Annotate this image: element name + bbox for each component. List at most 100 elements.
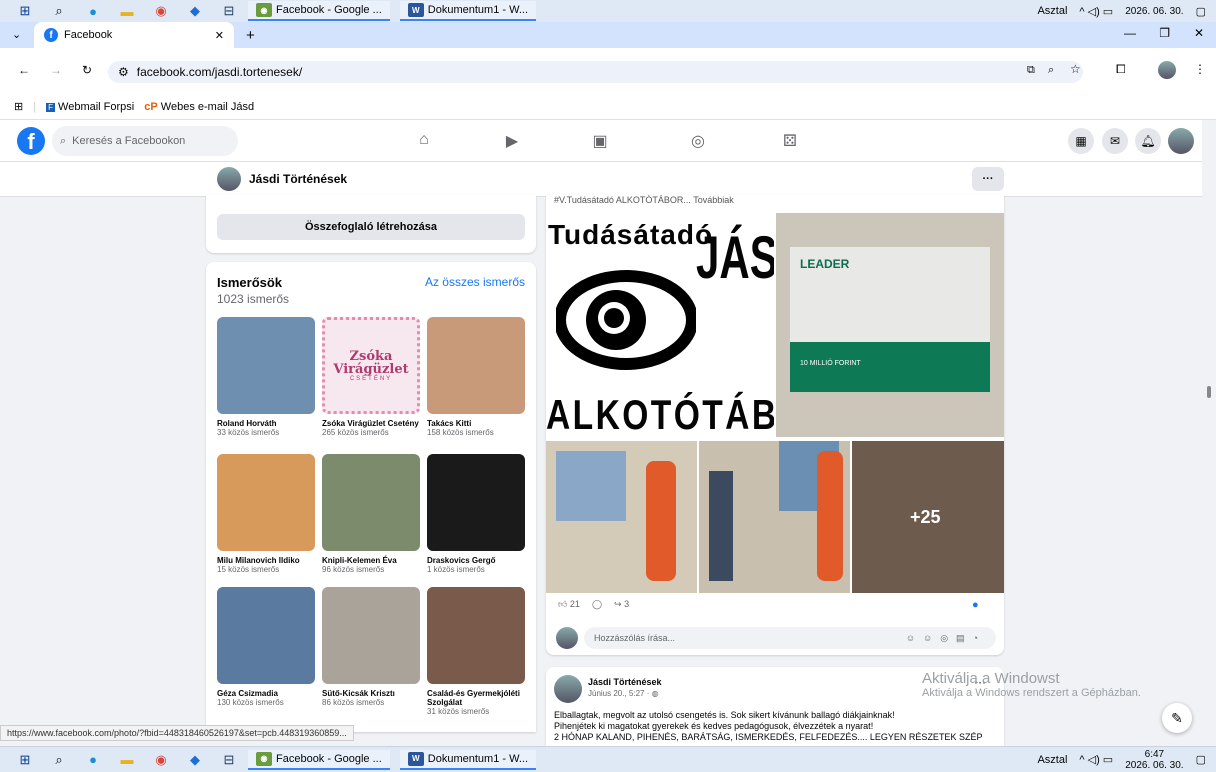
taskbar-app-word[interactable]: W Dokumentum1 - W... [399, 1, 537, 21]
taskbar-app-chrome[interactable]: ◉ Facebook - Google ... [248, 1, 390, 21]
video-icon[interactable]: ▶ [502, 131, 522, 151]
friend-photo[interactable] [322, 454, 420, 551]
friend-item[interactable]: Zsóka Virágüzlet CSETÉNY Zsóka Virágüzlet … [322, 317, 420, 438]
forward-icon[interactable]: → [50, 63, 62, 77]
page-avatar[interactable] [217, 167, 241, 191]
friend-photo[interactable] [427, 454, 525, 551]
star-icon[interactable]: ☆ [1070, 62, 1081, 76]
friend-photo[interactable] [427, 587, 525, 684]
settings-icon[interactable]: ◆ [186, 3, 204, 19]
address-bar[interactable]: ⚙ facebook.com/jasdi.tortenesek/ [108, 61, 1083, 83]
friend-item[interactable]: Milu Milanovich Ildiko 15 közös ismerős [217, 454, 315, 575]
minimize-icon[interactable]: — [1124, 26, 1136, 40]
groups-icon[interactable]: ◎ [688, 131, 708, 151]
store-icon[interactable]: ⊟ [220, 752, 238, 768]
comment-input[interactable]: Hozzászólás írása... ☺☺◎▤◔ [584, 627, 996, 649]
menu-grid-icon[interactable]: ▦ [1068, 128, 1094, 154]
taskbar-app-word[interactable]: W Dokumentum1 - W... [399, 749, 537, 770]
clock[interactable]: 6:47 2026. 06. 30. [1125, 749, 1183, 771]
profile-avatar[interactable] [1158, 61, 1176, 79]
create-summary-button[interactable]: Összefoglaló létrehozása [217, 214, 525, 240]
site-info-icon[interactable]: ⚙ [118, 65, 129, 79]
reactions-icon[interactable]: ● [972, 599, 979, 611]
post-author[interactable]: Jásdi Történések [588, 677, 662, 687]
page-scrollbar[interactable] [1202, 120, 1216, 746]
post-photo-4[interactable] [699, 441, 850, 593]
like-button[interactable]: 👍︎ 21 [558, 599, 580, 610]
apps-grid-icon[interactable]: ⊞ [14, 100, 23, 113]
friend-name[interactable]: Milu Milanovich Ildiko [217, 556, 315, 565]
tray-icons[interactable]: ^ ◁) ▭ [1079, 5, 1113, 18]
more-options-button[interactable]: ··· [972, 167, 1004, 191]
friend-photo[interactable] [217, 587, 315, 684]
friend-name[interactable]: Draskovics Gergő [427, 556, 525, 565]
friend-item[interactable]: Géza Csizmadia 130 közös ismerős [217, 587, 315, 708]
friend-name[interactable]: Család-és Gyermekjóléti Szolgálat [427, 689, 525, 707]
comment-icon[interactable]: ◯ [592, 599, 602, 610]
comment-tool-icons[interactable]: ☺☺◎▤◔ [906, 633, 986, 644]
post-author-avatar[interactable] [554, 675, 582, 703]
scroll-thumb[interactable] [1207, 386, 1211, 398]
post-photo-poster[interactable]: Tudásátadó JÁS ALKOTÓTÁB [546, 213, 774, 437]
friend-photo[interactable] [322, 587, 420, 684]
close-window-icon[interactable]: ✕ [1194, 26, 1204, 40]
edge-icon[interactable]: ● [84, 3, 102, 19]
facebook-search[interactable]: ⌕ Keresés a Facebookon [52, 126, 238, 156]
settings-icon[interactable]: ◆ [186, 752, 204, 768]
friend-item[interactable]: Roland Horváth 33 közös ismerős [217, 317, 315, 438]
windows-start-icon[interactable]: ⊞ [16, 752, 34, 768]
page-title[interactable]: Jásdi Történések [249, 172, 347, 186]
marketplace-icon[interactable]: ▣ [590, 131, 610, 151]
friend-photo[interactable]: Zsóka Virágüzlet CSETÉNY [322, 317, 420, 414]
windows-start-icon[interactable]: ⊞ [16, 3, 34, 19]
friend-name[interactable]: Sütő-Kicsák Krisztı [322, 689, 420, 698]
post-photo-5[interactable]: +25 [852, 441, 1004, 593]
taskbar-app-chrome[interactable]: ◉ Facebook - Google ... [248, 749, 390, 770]
home-icon[interactable]: ⌂ [414, 131, 434, 149]
new-tab-icon[interactable]: + [246, 27, 255, 44]
account-avatar[interactable] [1168, 128, 1194, 154]
edge-icon[interactable]: ● [84, 752, 102, 768]
friend-item[interactable]: Takács Kitti 158 közös ismerős [427, 317, 525, 438]
friend-item[interactable]: Sütő-Kicsák Krisztı 86 közös ismerős [322, 587, 420, 708]
close-icon[interactable]: ✕ [215, 29, 224, 42]
menu-icon[interactable]: ⋮ [1194, 62, 1206, 76]
install-icon[interactable]: ⧉ [1027, 64, 1035, 77]
friend-item[interactable]: Knipli-Kelemen Éva 96 közös ismerős [322, 454, 420, 575]
bookmark-webmail[interactable]: F Webmail Forpsi [46, 101, 134, 113]
friend-name[interactable]: Takács Kitti [427, 419, 525, 428]
desktop-label[interactable]: Asztal [1037, 754, 1067, 766]
file-explorer-icon[interactable]: ▬ [118, 3, 136, 19]
share-button[interactable]: ↪ 3 [614, 599, 629, 610]
tray-icons[interactable]: ^ ◁) ▭ [1079, 753, 1113, 766]
friend-name[interactable]: Roland Horváth [217, 419, 315, 428]
bell-icon[interactable]: 🔔︎ [1135, 128, 1161, 154]
friend-photo[interactable] [217, 454, 315, 551]
friend-item[interactable]: Család-és Gyermekjóléti Szolgálat 31 közö… [427, 587, 525, 717]
back-icon[interactable]: ← [18, 63, 30, 77]
friend-name[interactable]: Knipli-Kelemen Éva [322, 556, 420, 565]
search-icon[interactable]: ⌕ [50, 3, 68, 19]
friend-photo[interactable] [427, 317, 525, 414]
friend-name[interactable]: Géza Csizmadia [217, 689, 315, 698]
friend-name[interactable]: Zsóka Virágüzlet Csetény [322, 419, 420, 428]
new-message-button[interactable]: ✎ [1162, 703, 1192, 733]
chrome-icon[interactable]: ◉ [152, 752, 170, 768]
see-all-friends-link[interactable]: Az összes ismerős [425, 275, 525, 289]
search-icon[interactable]: ⌕ [50, 752, 68, 768]
post-caption[interactable]: #V.Tudásátadó ALKOTÓTÁBOR... Továbbiak [554, 195, 734, 206]
reload-icon[interactable]: ↻ [82, 63, 92, 77]
extensions-icon[interactable]: ⧠ [1116, 62, 1126, 77]
facebook-logo[interactable]: f [17, 127, 45, 155]
post-photo-3[interactable] [546, 441, 697, 593]
post-date[interactable]: Június 20., 5:27 · [588, 689, 652, 698]
notification-icon[interactable]: ▢ [1196, 5, 1206, 18]
bookmark-email[interactable]: cP Webes e-mail Jásd [144, 101, 254, 113]
zoom-icon[interactable]: ⌕ [1048, 64, 1054, 77]
chrome-icon[interactable]: ◉ [152, 3, 170, 19]
notification-icon[interactable]: ▢ [1196, 753, 1206, 766]
store-icon[interactable]: ⊟ [220, 3, 238, 19]
more-photos-count[interactable]: +25 [910, 507, 941, 528]
tab-list-icon[interactable]: ⌄ [12, 28, 21, 41]
friend-item[interactable]: Draskovics Gergő 1 közös ismerős [427, 454, 525, 575]
